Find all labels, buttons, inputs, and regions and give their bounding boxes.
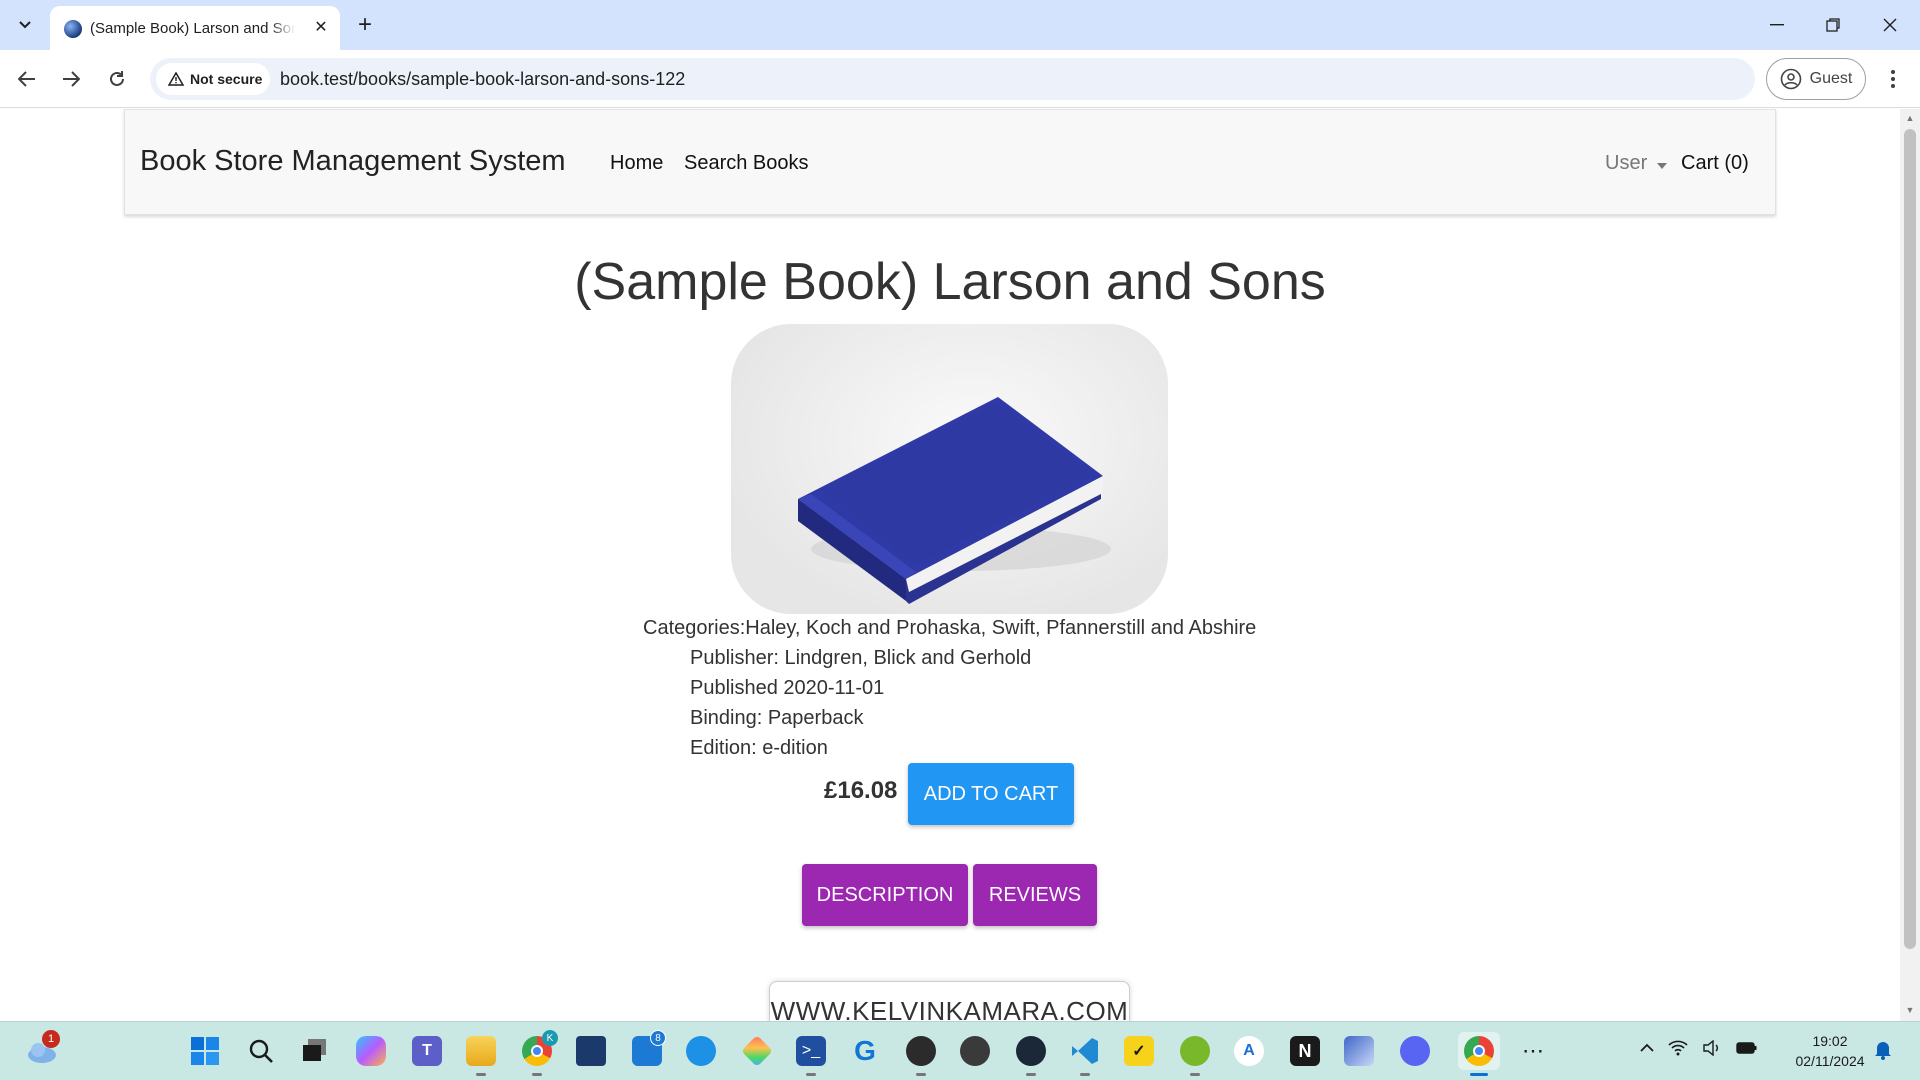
add-to-cart-button[interactable]: ADD TO CART (908, 763, 1074, 825)
page-scrollbar[interactable]: ▲ ▼ (1900, 109, 1920, 1021)
teams-icon[interactable]: T (408, 1032, 446, 1070)
tab-description-button[interactable]: DESCRIPTION (802, 864, 968, 926)
powershell-icon[interactable]: >_ (792, 1032, 830, 1076)
kebab-menu-icon[interactable] (1880, 64, 1906, 94)
weather-notification-badge: 1 (42, 1030, 60, 1048)
forward-arrow-icon[interactable] (56, 64, 86, 94)
tab-reviews-button[interactable]: REVIEWS (973, 864, 1097, 926)
discord-icon[interactable] (1396, 1032, 1434, 1070)
restore-icon[interactable] (1818, 12, 1848, 38)
globe-favicon-icon (64, 20, 82, 38)
windows-start-icon[interactable] (186, 1032, 224, 1070)
more-apps-ellipsis-icon[interactable]: ⋯ (1514, 1032, 1552, 1070)
system-tray (1640, 1040, 1758, 1056)
clock-time: 19:02 (1812, 1033, 1848, 1049)
book-price: £16.08 (824, 777, 898, 804)
back-arrow-icon[interactable] (12, 64, 42, 94)
openai-icon[interactable] (902, 1032, 940, 1076)
battery-icon[interactable] (1736, 1041, 1758, 1055)
mail-notification-badge: 8 (650, 1030, 666, 1046)
close-window-icon[interactable] (1875, 12, 1905, 38)
user-dropdown-label: User (1605, 152, 1648, 174)
notification-bell-icon[interactable] (1874, 1040, 1894, 1064)
tab-close-icon[interactable]: ✕ (310, 16, 332, 38)
taskbar: 1 T K 8 >_ G ✓ A N ⋯ 19:02 02/11/2024 (0, 1021, 1920, 1080)
clock-date: 02/11/2024 (1795, 1053, 1865, 1069)
user-dropdown[interactable]: User (1605, 152, 1667, 175)
cart-link[interactable]: Cart (0) (1681, 152, 1749, 175)
book-categories: Categories:Haley, Koch and Prohaska, Swi… (643, 617, 1257, 639)
url-text[interactable]: book.test/books/sample-book-larson-and-s… (280, 69, 685, 90)
browser-tab-active[interactable]: (Sample Book) Larson and Sons ✕ (50, 6, 340, 50)
scroll-thumb[interactable] (1904, 129, 1916, 949)
book-cover-image (731, 324, 1168, 614)
account-circle-icon (1780, 68, 1802, 90)
tray-chevron-up-icon[interactable] (1640, 1043, 1654, 1053)
book-edition: Edition: e-dition (690, 737, 828, 759)
weather-widget-icon[interactable]: 1 (22, 1030, 60, 1070)
utorrent-icon[interactable] (1176, 1032, 1214, 1076)
file-explorer-icon[interactable] (462, 1032, 500, 1076)
address-bar[interactable]: Not secure book.test/books/sample-book-l… (150, 58, 1755, 100)
profile-label: Guest (1809, 70, 1853, 87)
warning-triangle-icon (168, 72, 184, 86)
task-view-icon[interactable] (296, 1032, 334, 1070)
site-navbar: Book Store Management System Home Search… (124, 109, 1776, 215)
tab-title: (Sample Book) Larson and Sons (90, 20, 295, 37)
minimize-icon[interactable] (1762, 12, 1792, 38)
vscode-icon[interactable] (1066, 1032, 1104, 1076)
reload-icon[interactable] (102, 64, 132, 94)
app-blue-book-icon[interactable] (572, 1032, 610, 1070)
book-title: (Sample Book) Larson and Sons (574, 253, 1326, 311)
book-binding: Binding: Paperback (690, 707, 864, 729)
logitech-g-icon[interactable]: G (846, 1032, 884, 1070)
nav-link-home[interactable]: Home (610, 152, 663, 175)
nav-link-search-books[interactable]: Search Books (684, 152, 809, 175)
book-published-date: Published 2020-11-01 (690, 677, 885, 699)
watermark-banner: WWW.KELVINKAMARA.COM (769, 981, 1130, 1021)
chrome-profile-icon[interactable]: K (518, 1030, 558, 1076)
steam-icon[interactable] (1012, 1032, 1050, 1076)
mail-icon[interactable]: 8 (628, 1030, 666, 1070)
caret-down-icon (1656, 152, 1667, 175)
browser-toolbar: Not secure book.test/books/sample-book-l… (0, 50, 1920, 108)
scroll-up-arrow-icon[interactable]: ▲ (1904, 113, 1916, 123)
docker-icon[interactable] (682, 1032, 720, 1070)
search-icon[interactable] (242, 1032, 280, 1070)
chrome-profile-badge: K (542, 1030, 558, 1046)
security-chip[interactable]: Not secure (156, 63, 270, 95)
openai-alt-icon[interactable] (956, 1032, 994, 1070)
copilot-icon[interactable] (352, 1032, 390, 1070)
system-clock[interactable]: 19:02 02/11/2024 (1786, 1031, 1874, 1071)
site-brand[interactable]: Book Store Management System (140, 145, 566, 178)
new-tab-plus-icon[interactable]: + (352, 12, 378, 38)
browser-tab-strip: (Sample Book) Larson and Sons ✕ + (0, 0, 1920, 50)
profile-button[interactable]: Guest (1766, 58, 1866, 100)
volume-icon[interactable] (1702, 1040, 1722, 1056)
chrome-icon[interactable] (1458, 1032, 1500, 1076)
network-app-icon[interactable] (1340, 1032, 1378, 1070)
tab-search-dropdown-icon[interactable] (12, 12, 38, 38)
checkmark-app-icon[interactable]: ✓ (1120, 1032, 1158, 1070)
wifi-icon[interactable] (1668, 1040, 1688, 1056)
gem-app-icon[interactable] (738, 1032, 776, 1070)
notion-icon[interactable]: N (1286, 1032, 1324, 1070)
app-a-icon[interactable]: A (1230, 1032, 1268, 1070)
scroll-down-arrow-icon[interactable]: ▼ (1904, 1005, 1916, 1015)
security-label: Not secure (190, 71, 263, 87)
book-publisher: Publisher: Lindgren, Blick and Gerhold (690, 647, 1032, 669)
page-viewport: Book Store Management System Home Search… (0, 109, 1900, 1021)
